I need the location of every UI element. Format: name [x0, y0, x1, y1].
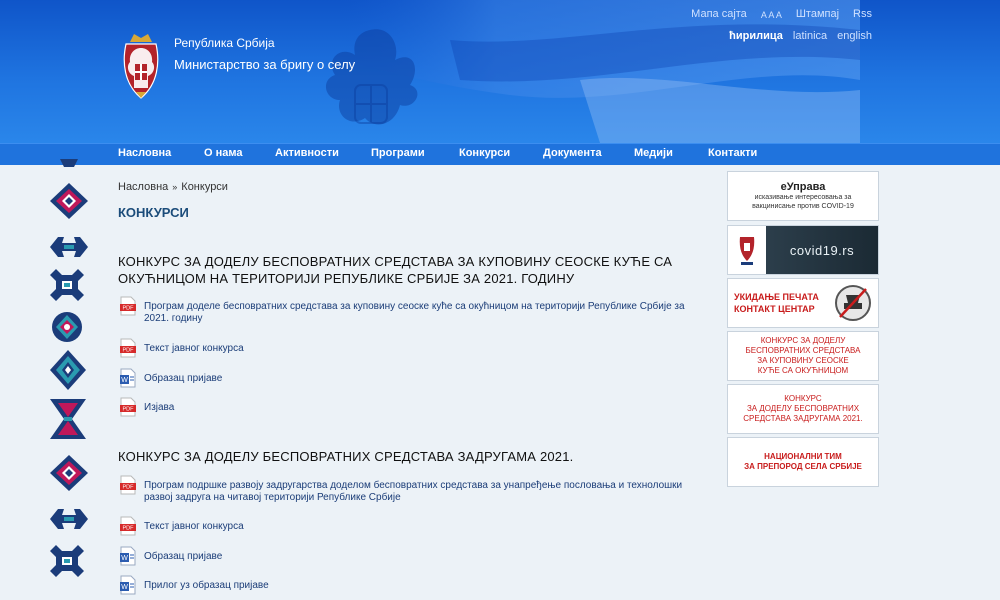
section-title: КОНКУРС ЗА ДОДЕЛУ БЕСПОВРАТНИХ СРЕДСТАВА…: [118, 449, 574, 464]
banner-kuca-line2: БЕСПОВРАТНИХ СРЕДСТАВА: [745, 346, 861, 355]
sitemap-link[interactable]: Мапа сајта: [691, 8, 747, 20]
pdf-file-icon: PDF: [120, 296, 136, 316]
banner-stamp[interactable]: УКИДАЊЕ ПЕЧАТА КОНТАКТ ЦЕНТАР: [727, 278, 879, 328]
ornament-cross-icon: [50, 269, 84, 301]
svg-text:W: W: [121, 555, 128, 562]
breadcrumb-current: Конкурси: [181, 181, 228, 193]
utility-links: Мапа сајта A A A Штампај Rss: [691, 8, 872, 20]
document-link[interactable]: W Прилог уз образац пријаве: [118, 575, 708, 595]
nav-item-documents[interactable]: Документа: [543, 147, 602, 159]
svg-text:PDF: PDF: [123, 348, 135, 354]
breadcrumb: Насловна » Конкурси: [118, 181, 228, 193]
document-link[interactable]: PDF Текст јавног конкурса: [118, 338, 708, 358]
ornament-cross-icon: [50, 545, 84, 577]
rss-link[interactable]: Rss: [853, 8, 872, 20]
word-file-icon: W: [120, 546, 136, 566]
svg-text:PDF: PDF: [123, 526, 135, 532]
word-file-icon: W: [120, 368, 136, 388]
ornament-knot-icon: [50, 237, 88, 257]
lang-cyrillic[interactable]: ћирилица: [729, 30, 783, 42]
pdf-file-icon: PDF: [120, 475, 136, 495]
banner-tim-line2: ЗА ПРЕПОРОД СЕЛА СРБИЈЕ: [744, 462, 862, 471]
site-header: Мапа сајта A A A Штампај Rss ћирилица la…: [0, 0, 1000, 143]
lang-english[interactable]: english: [837, 30, 872, 42]
banner-kuca-line1: КОНКУРС ЗА ДОДЕЛУ: [760, 336, 846, 345]
breadcrumb-separator: »: [172, 182, 178, 192]
nav-item-competitions[interactable]: Конкурси: [459, 147, 510, 159]
document-link-label[interactable]: Прилог уз образац пријаве: [144, 577, 269, 592]
banner-covid[interactable]: covid19.rs: [727, 225, 879, 275]
logo[interactable]: Република Србија Министарство за бригу о…: [120, 32, 355, 102]
svg-text:PDF: PDF: [123, 306, 135, 312]
nav-item-programs[interactable]: Програми: [371, 147, 425, 159]
nav-item-media[interactable]: Медији: [634, 147, 673, 159]
banner-kuca-line4: КУЋЕ СА ОКУЋНИЦОМ: [757, 366, 849, 375]
ornament-hourglass-icon: [50, 399, 86, 439]
ornament-star-icon: [52, 312, 82, 342]
banner-konkurs-kuca[interactable]: КОНКУРС ЗА ДОДЕЛУ БЕСПОВРАТНИХ СРЕДСТАВА…: [727, 331, 879, 381]
ornament-knot-icon: [50, 509, 88, 529]
page-title: КОНКУРСИ: [118, 205, 189, 220]
banner-euprava[interactable]: еУправа исказивање интересовања за вакци…: [727, 171, 879, 221]
ministry-name: Република Србија Министарство за бригу о…: [174, 32, 355, 76]
word-file-icon: W: [120, 575, 136, 595]
document-link[interactable]: PDF Изјава: [118, 397, 708, 417]
banner-nacionalni-tim[interactable]: НАЦИОНАЛНИ ТИМ ЗА ПРЕПОРОД СЕЛА СРБИЈЕ: [727, 437, 879, 487]
pdf-file-icon: PDF: [120, 397, 136, 417]
language-switcher: ћирилица latinica english: [729, 30, 872, 42]
nav-item-about[interactable]: О нама: [204, 147, 242, 159]
svg-text:PDF: PDF: [123, 407, 135, 413]
ornament-diamond-icon: [50, 455, 88, 491]
print-link[interactable]: Штампај: [796, 8, 839, 20]
banner-euprava-title: еУправа: [780, 181, 826, 193]
banner-zadruge-line3: СРЕДСТАВА ЗАДРУГАМА 2021.: [743, 414, 863, 423]
document-link-label[interactable]: Програм подршке развоју задругарства дод…: [144, 477, 708, 504]
flag-background: [325, 0, 860, 143]
ornament-diamond-icon: [60, 159, 78, 167]
breadcrumb-home[interactable]: Насловна: [118, 181, 168, 193]
document-link[interactable]: W Образац пријаве: [118, 546, 708, 566]
banner-covid-label: covid19.rs: [766, 226, 878, 274]
stamp-icon: [835, 285, 871, 321]
document-link-label[interactable]: Образац пријаве: [144, 370, 222, 385]
ornament-column: [44, 159, 94, 600]
svg-text:W: W: [121, 377, 128, 384]
page-body: Насловна » Конкурси КОНКУРСИ КОНКУРС ЗА ДО…: [0, 159, 1000, 600]
document-link-label[interactable]: Образац пријаве: [144, 548, 222, 563]
document-link-label[interactable]: Изјава: [144, 399, 174, 414]
banner-kuca-line3: ЗА КУПОВИНУ СЕОСКЕ: [757, 356, 849, 365]
nav-item-contacts[interactable]: Контакти: [708, 147, 757, 159]
ornament-diamond-icon: [50, 183, 88, 219]
lang-latin[interactable]: latinica: [793, 30, 827, 42]
font-size-link[interactable]: A A A: [761, 8, 782, 20]
document-link-label[interactable]: Текст јавног конкурса: [144, 340, 244, 355]
svg-text:W: W: [121, 584, 128, 591]
logo-line-ministry: Министарство за бригу о селу: [174, 57, 356, 72]
pdf-file-icon: PDF: [120, 516, 136, 536]
banner-tim-line1: НАЦИОНАЛНИ ТИМ: [764, 452, 842, 461]
document-link[interactable]: PDF Програм подршке развоју задругарства…: [118, 475, 708, 504]
document-link-label[interactable]: Текст јавног конкурса: [144, 518, 244, 533]
ornament-tree-icon: [50, 350, 86, 390]
banner-konkurs-zadruge[interactable]: КОНКУРС ЗА ДОДЕЛУ БЕСПОВРАТНИХ СРЕДСТАВА…: [727, 384, 879, 434]
banner-stamp-line1: УКИДАЊЕ ПЕЧАТА: [734, 292, 819, 302]
banner-stamp-line2: КОНТАКТ ЦЕНТАР: [734, 304, 815, 314]
banner-euprava-line3: вакцинисање против COVID-19: [752, 203, 854, 210]
document-link[interactable]: PDF Текст јавног конкурса: [118, 516, 708, 536]
banner-zadruge-line2: ЗА ДОДЕЛУ БЕСПОВРАТНИХ: [746, 404, 860, 413]
document-link[interactable]: PDF Програм доделе бесповратних средстав…: [118, 296, 708, 325]
coat-of-arms-icon: [739, 237, 755, 265]
section-title: КОНКУРС ЗА ДОДЕЛУ БЕСПОВРАТНИХ СРЕДСТАВА…: [118, 254, 673, 286]
svg-text:PDF: PDF: [123, 485, 135, 491]
banner-zadruge-line1: КОНКУРС: [784, 394, 822, 403]
pdf-file-icon: PDF: [120, 338, 136, 358]
coat-of-arms-icon: [123, 34, 159, 99]
document-link-label[interactable]: Програм доделе бесповратних средстава за…: [144, 298, 708, 325]
main-nav: Насловна О нама Активности Програми Конк…: [0, 143, 1000, 165]
document-link[interactable]: W Образац пријаве: [118, 368, 708, 388]
banner-euprava-line2: исказивање интересовања за: [754, 194, 852, 201]
nav-item-activities[interactable]: Активности: [275, 147, 339, 159]
logo-line-republic: Република Србија: [174, 36, 275, 50]
nav-item-home[interactable]: Насловна: [118, 147, 171, 159]
